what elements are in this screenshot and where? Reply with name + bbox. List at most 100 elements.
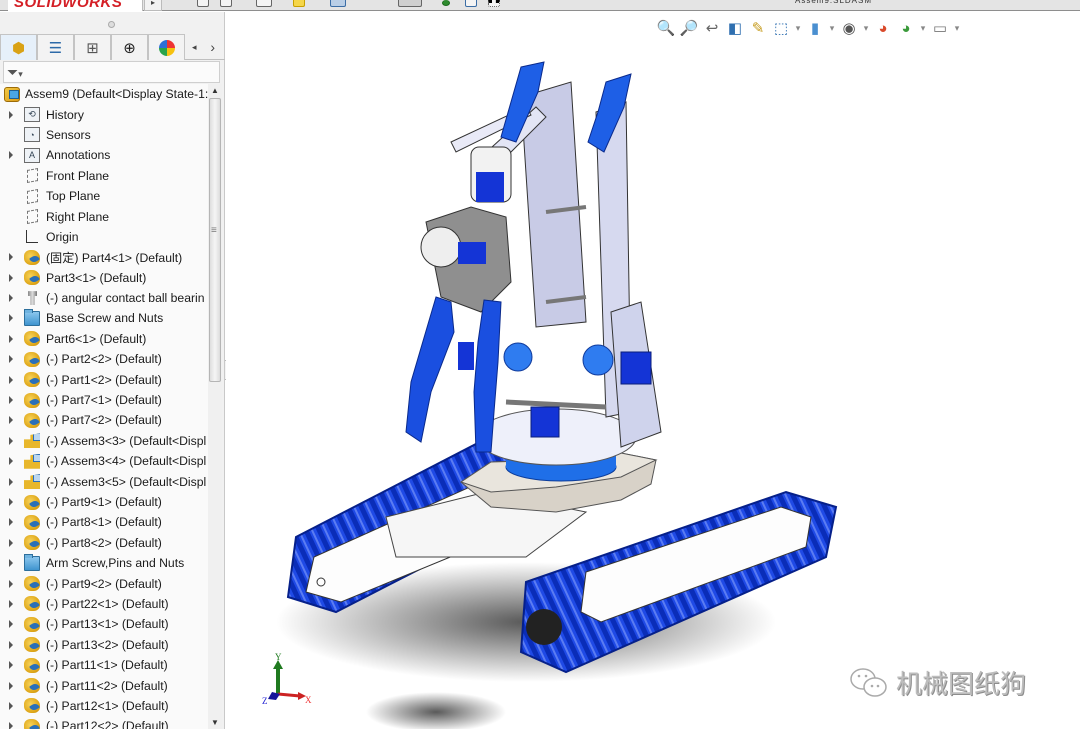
expand-arrow-icon[interactable] bbox=[9, 110, 13, 119]
file-properties-icon[interactable] bbox=[465, 0, 477, 7]
tab-featuremanager[interactable]: ⬢ bbox=[0, 34, 37, 60]
tree-item[interactable]: (-) Part12<2> (Default) bbox=[0, 716, 208, 729]
tree-item[interactable]: (-) Part8<2> (Default) bbox=[0, 533, 208, 553]
tree-item[interactable]: (-) Part22<1> (Default) bbox=[0, 594, 208, 614]
tree-item[interactable]: (-) Part9<2> (Default) bbox=[0, 573, 208, 593]
expand-arrow-icon[interactable] bbox=[9, 681, 13, 690]
tree-item[interactable]: (-) angular contact ball bearin bbox=[0, 288, 208, 308]
subassembly-icon bbox=[24, 433, 40, 449]
expand-arrow-icon[interactable] bbox=[9, 375, 13, 384]
options-icon[interactable] bbox=[488, 0, 500, 7]
expand-arrow-icon[interactable] bbox=[9, 579, 13, 588]
rebuild-status-icon[interactable] bbox=[442, 0, 450, 6]
tab-configurationmanager[interactable]: ⊞ bbox=[74, 34, 111, 60]
select-tool-icon[interactable] bbox=[398, 0, 422, 7]
tree-item[interactable]: (-) Part2<2> (Default) bbox=[0, 349, 208, 369]
tree-item[interactable]: Origin bbox=[0, 227, 208, 247]
tree-item-label: (-) Part9<2> (Default) bbox=[46, 576, 162, 591]
open-icon[interactable] bbox=[220, 0, 232, 7]
tree-item[interactable]: Top Plane bbox=[0, 186, 208, 206]
expand-arrow-icon[interactable] bbox=[9, 722, 13, 729]
part-icon bbox=[24, 637, 40, 653]
tree-item[interactable]: (固定) Part4<1> (Default) bbox=[0, 247, 208, 267]
expand-arrow-icon[interactable] bbox=[9, 436, 13, 445]
tree-item[interactable]: ◔ Sensors bbox=[0, 125, 208, 145]
tree-item[interactable]: Front Plane bbox=[0, 166, 208, 186]
tree-scrollbar[interactable]: ▲ ▼ bbox=[208, 84, 222, 729]
tree-item[interactable]: (-) Part7<2> (Default) bbox=[0, 410, 208, 430]
expand-arrow-icon[interactable] bbox=[9, 355, 13, 364]
tree-item[interactable]: (-) Assem3<4> (Default<Displ bbox=[0, 451, 208, 471]
tree-item[interactable]: (-) Part1<2> (Default) bbox=[0, 369, 208, 389]
tree-item[interactable]: Arm Screw,Pins and Nuts bbox=[0, 553, 208, 573]
tab-dimxpertmanager[interactable]: ⊕ bbox=[111, 34, 148, 60]
tree-item-label: (-) Part7<1> (Default) bbox=[46, 393, 162, 408]
tree-item[interactable]: (-) Part8<1> (Default) bbox=[0, 512, 208, 532]
tree-item[interactable]: A Annotations bbox=[0, 145, 208, 165]
save-icon[interactable] bbox=[256, 0, 272, 7]
tree-item-label: (固定) Part4<1> (Default) bbox=[46, 251, 183, 266]
tree-item[interactable]: Part6<1> (Default) bbox=[0, 329, 208, 349]
expand-arrow-icon[interactable] bbox=[9, 498, 13, 506]
tree-item[interactable]: (-) Part13<2> (Default) bbox=[0, 635, 208, 655]
tab-displaymanager[interactable] bbox=[148, 34, 185, 60]
graphics-area[interactable]: 🔍 🔎 ↩ ◧ ✎ ⬚ ▾ ▮ ▾ ◉ ▾ ◕ ◕ ▾ ▭ ▾ Y X Z 机械… bbox=[226, 12, 1080, 729]
expand-arrow-icon[interactable] bbox=[9, 314, 13, 323]
tree-filter[interactable]: ⏷▾ bbox=[3, 61, 220, 83]
tree-item[interactable]: (-) Part11<2> (Default) bbox=[0, 675, 208, 695]
scroll-down-icon[interactable]: ▼ bbox=[211, 718, 219, 727]
expand-arrow-icon[interactable] bbox=[9, 518, 13, 527]
subassembly-icon bbox=[24, 453, 40, 469]
solidworks-logo[interactable]: SOLIDWORKS bbox=[8, 0, 143, 11]
expand-arrow-icon[interactable] bbox=[9, 661, 13, 670]
tree-item-label: (-) Assem3<4> (Default<Displ bbox=[46, 454, 207, 469]
plane-icon bbox=[27, 188, 38, 204]
tree-item-label: (-) Part8<1> (Default) bbox=[46, 515, 162, 530]
tree-item[interactable]: (-) Part13<1> (Default) bbox=[0, 614, 208, 634]
logo-text: SOLIDWORKS bbox=[14, 0, 123, 11]
top-toolbar: SOLIDWORKS ▸ Assem9.SLDASM bbox=[0, 0, 1080, 11]
part-icon bbox=[24, 412, 40, 428]
scroll-up-icon[interactable]: ▲ bbox=[211, 86, 219, 95]
expand-arrow-icon[interactable] bbox=[9, 559, 13, 568]
tree-item[interactable]: (-) Part12<1> (Default) bbox=[0, 696, 208, 716]
tree-item[interactable]: (-) Assem3<5> (Default<Displ bbox=[0, 471, 208, 491]
new-document-icon[interactable] bbox=[197, 0, 209, 7]
tab-propertymanager[interactable]: ☰ bbox=[37, 34, 74, 60]
print-icon[interactable] bbox=[330, 0, 346, 7]
panel-grip[interactable] bbox=[108, 21, 115, 28]
robot-model[interactable] bbox=[226, 12, 1080, 729]
expand-arrow-icon[interactable] bbox=[9, 334, 13, 343]
expand-arrow-icon[interactable] bbox=[9, 253, 13, 262]
expand-arrow-icon[interactable] bbox=[9, 294, 13, 303]
tree-item[interactable]: Base Screw and Nuts bbox=[0, 308, 208, 328]
expand-arrow-icon[interactable] bbox=[9, 640, 13, 649]
expand-arrow-icon[interactable] bbox=[9, 599, 13, 608]
gripper-finger-left bbox=[405, 296, 455, 443]
tree-item[interactable]: Part3<1> (Default) bbox=[0, 268, 208, 288]
solidworks-menu-arrow[interactable]: ▸ bbox=[144, 0, 162, 11]
expand-arrow-icon[interactable] bbox=[9, 416, 13, 425]
expand-arrow-icon[interactable] bbox=[9, 477, 13, 486]
expand-arrow-icon[interactable] bbox=[9, 273, 13, 282]
expand-arrow-icon[interactable] bbox=[9, 538, 13, 547]
expand-arrow-icon[interactable] bbox=[9, 620, 13, 629]
expand-arrow-icon[interactable] bbox=[9, 457, 13, 466]
assembly-icon bbox=[4, 86, 20, 102]
expand-arrow-icon[interactable] bbox=[9, 151, 13, 160]
tree-item[interactable]: (-) Part9<1> (Default) bbox=[0, 492, 208, 512]
filter-icon: ⏷ bbox=[7, 64, 19, 80]
rebuild-warning-icon[interactable] bbox=[293, 0, 305, 7]
tab-scroll-left-icon[interactable]: ◂ bbox=[192, 42, 197, 53]
expand-arrow-icon[interactable] bbox=[9, 396, 13, 405]
tree-item[interactable]: (-) Part7<1> (Default) bbox=[0, 390, 208, 410]
tree-root[interactable]: Assem9 (Default<Display State-1: bbox=[0, 84, 208, 104]
part-icon bbox=[24, 678, 40, 694]
expand-arrow-icon[interactable] bbox=[9, 701, 13, 710]
tree-item[interactable]: ⟲ History bbox=[0, 104, 208, 124]
scroll-thumb[interactable] bbox=[209, 98, 221, 382]
tree-item[interactable]: (-) Part11<1> (Default) bbox=[0, 655, 208, 675]
tree-item[interactable]: Right Plane bbox=[0, 206, 208, 226]
tab-scroll-right-icon[interactable]: › bbox=[210, 39, 215, 55]
tree-item[interactable]: (-) Assem3<3> (Default<Displ bbox=[0, 431, 208, 451]
